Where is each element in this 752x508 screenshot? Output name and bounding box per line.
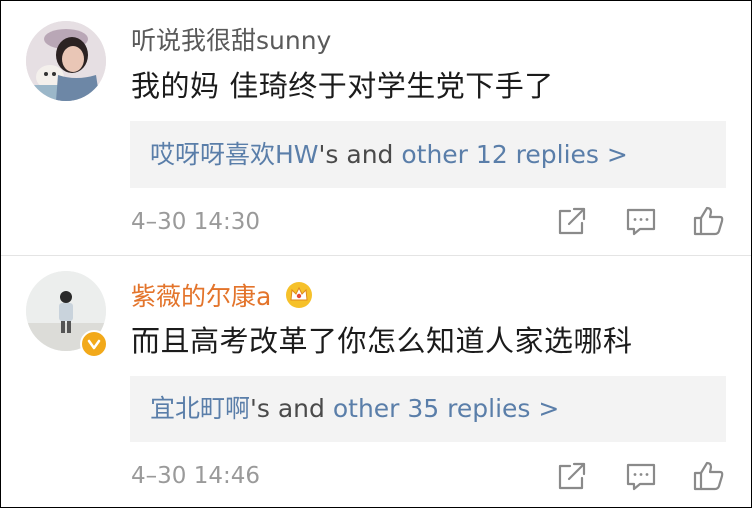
crown-badge-icon xyxy=(285,281,313,316)
comment-list: 听说我很甜sunny 我的妈 佳琦终于对学生党下手了 哎呀呀喜欢HW's and… xyxy=(0,0,752,508)
more-replies-link[interactable]: other 12 replies > xyxy=(401,140,627,169)
reply-author[interactable]: 哎呀呀喜欢HW xyxy=(150,140,319,169)
comment-text: 我的妈 佳琦终于对学生党下手了 xyxy=(131,69,554,103)
username-text[interactable]: 紫薇的尔康a xyxy=(131,282,271,311)
comment-text: 而且高考改革了你怎么知道人家选哪科 xyxy=(131,324,633,358)
comment-icon[interactable] xyxy=(623,203,659,239)
reply-joiner: 's and xyxy=(250,394,333,423)
comment-item: 听说我很甜sunny 我的妈 佳琦终于对学生党下手了 哎呀呀喜欢HW's and… xyxy=(1,1,751,256)
reply-author[interactable]: 宜北町啊 xyxy=(150,394,250,423)
like-icon[interactable] xyxy=(691,458,727,494)
share-icon[interactable] xyxy=(554,458,590,494)
share-icon[interactable] xyxy=(554,203,590,239)
username[interactable]: 紫薇的尔康a xyxy=(131,281,313,316)
timestamp: 4–30 14:30 xyxy=(131,209,260,235)
comment-item: 紫薇的尔康a 而且高考改革了你怎么知道人家选哪科 宜北町啊's and othe… xyxy=(1,256,751,507)
more-replies-link[interactable]: other 35 replies > xyxy=(333,394,559,423)
username[interactable]: 听说我很甜sunny xyxy=(131,26,331,56)
replies-summary[interactable]: 哎呀呀喜欢HW's and other 12 replies > xyxy=(130,121,726,188)
comment-icon[interactable] xyxy=(623,458,659,494)
avatar[interactable] xyxy=(26,21,106,101)
reply-joiner: 's and xyxy=(318,140,402,169)
replies-summary[interactable]: 宜北町啊's and other 35 replies > xyxy=(130,376,726,442)
timestamp: 4–30 14:46 xyxy=(131,463,260,489)
verified-badge-icon xyxy=(80,330,108,358)
like-icon[interactable] xyxy=(691,203,727,239)
